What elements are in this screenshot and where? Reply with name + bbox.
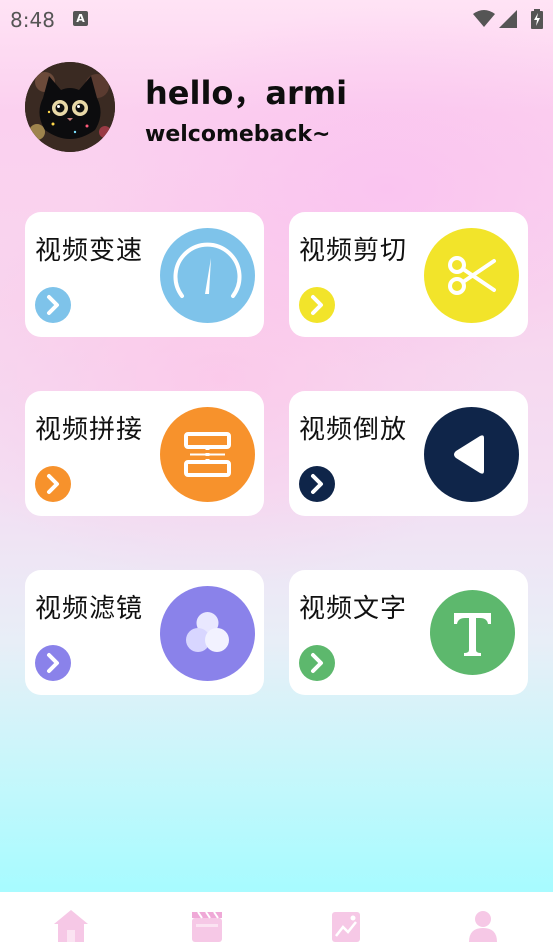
reverse-play-icon bbox=[424, 407, 519, 502]
tool-label: 视频拼接 bbox=[35, 415, 144, 445]
tool-card-cut[interactable]: 视频剪切 bbox=[289, 212, 528, 337]
tool-card-filter[interactable]: 视频滤镜 bbox=[25, 570, 264, 695]
tool-card-text[interactable]: 视频文字 bbox=[289, 570, 528, 695]
tool-label: 视频剪切 bbox=[299, 236, 408, 266]
arrow-right-icon[interactable] bbox=[35, 466, 71, 502]
tool-label: 视频变速 bbox=[35, 236, 144, 266]
nav-video-clapper-icon[interactable] bbox=[188, 908, 228, 942]
nav-image-icon[interactable] bbox=[327, 908, 367, 942]
nav-profile-icon[interactable] bbox=[463, 908, 503, 942]
wifi-icon bbox=[473, 10, 495, 27]
tool-card-speed[interactable]: 视频变速 bbox=[25, 212, 264, 337]
merge-icon bbox=[160, 407, 255, 502]
arrow-right-icon[interactable] bbox=[35, 645, 71, 681]
arrow-right-icon[interactable] bbox=[299, 645, 335, 681]
tool-card-reverse[interactable]: 视频倒放 bbox=[289, 391, 528, 516]
arrow-right-icon[interactable] bbox=[299, 287, 335, 323]
tool-card-merge[interactable]: 视频拼接 bbox=[25, 391, 264, 516]
scissors-icon bbox=[424, 228, 519, 323]
arrow-right-icon[interactable] bbox=[35, 287, 71, 323]
signal-icon bbox=[499, 10, 517, 28]
text-t-icon bbox=[430, 590, 515, 675]
status-bar: 8:48 A bbox=[0, 0, 553, 38]
avatar[interactable] bbox=[25, 62, 115, 152]
arrow-right-icon[interactable] bbox=[299, 466, 335, 502]
filter-circles-icon bbox=[160, 586, 255, 681]
tool-label: 视频文字 bbox=[299, 594, 408, 624]
bottom-nav bbox=[0, 892, 553, 944]
notification-a-icon: A bbox=[73, 11, 88, 26]
speedometer-icon bbox=[160, 228, 255, 323]
tool-label: 视频滤镜 bbox=[35, 594, 144, 624]
status-time: 8:48 bbox=[10, 8, 55, 32]
greeting-title: hello，armi bbox=[145, 74, 348, 112]
black-cat-avatar-icon bbox=[25, 62, 115, 152]
welcome-subtitle: welcomeback~ bbox=[145, 122, 331, 147]
battery-icon bbox=[531, 9, 543, 29]
tool-label: 视频倒放 bbox=[299, 415, 408, 445]
nav-home-icon[interactable] bbox=[51, 908, 91, 942]
